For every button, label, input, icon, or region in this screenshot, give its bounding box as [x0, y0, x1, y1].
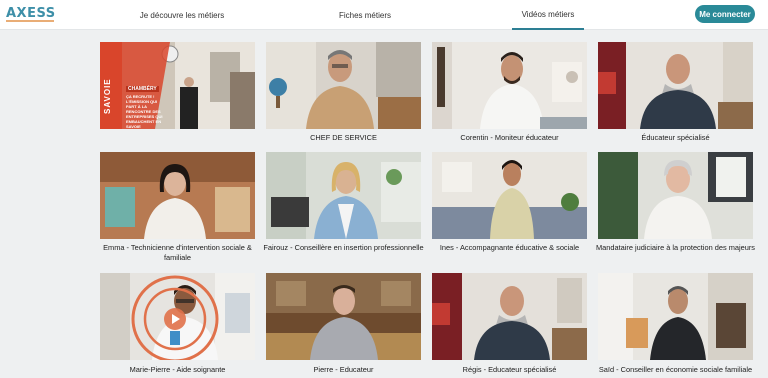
- video-thumbnail[interactable]: [432, 42, 587, 129]
- video-caption: Fairouz - Conseillère en insertion profe…: [263, 243, 424, 252]
- video-frame: [598, 42, 753, 129]
- video-frame: [100, 152, 255, 239]
- video-caption: Emma - Technicienne d'intervention socia…: [103, 243, 252, 262]
- top-navigation-bar: AXESS Je découvre les métiers Fiches mét…: [0, 0, 768, 30]
- nav-label: Vidéos métiers: [521, 9, 575, 19]
- video-grid: SAVOIE CHAMBÉRY ÇA RECRUTE ! L'ÉMISSION …: [0, 30, 768, 378]
- nav-fiches-metiers[interactable]: Fiches métiers: [325, 0, 405, 30]
- video-thumbnail[interactable]: [598, 42, 753, 129]
- video-thumbnail[interactable]: [100, 152, 255, 239]
- connect-label: Me connecter: [699, 9, 751, 19]
- video-caption: CHEF DE SERVICE: [310, 133, 377, 142]
- video-frame: [100, 42, 255, 129]
- video-caption: Régis - Educateur spécialisé: [462, 365, 557, 374]
- video-frame: [598, 273, 753, 360]
- video-thumbnail[interactable]: [598, 152, 753, 239]
- video-thumbnail[interactable]: SAVOIE CHAMBÉRY ÇA RECRUTE ! L'ÉMISSION …: [100, 42, 255, 129]
- video-frame: [100, 273, 255, 360]
- video-frame: [432, 273, 587, 360]
- logo-underline: [6, 20, 54, 22]
- video-frame: [432, 152, 587, 239]
- nav-label: Je découvre les métiers: [139, 10, 225, 20]
- nav-decouvre-metiers[interactable]: Je découvre les métiers: [112, 0, 252, 30]
- video-thumbnail[interactable]: [598, 273, 753, 360]
- video-caption: Ines - Accompagnante éducative & sociale: [439, 243, 580, 252]
- video-frame: [266, 42, 421, 129]
- video-thumbnail[interactable]: [266, 42, 421, 129]
- axess-logo[interactable]: AXESS: [6, 6, 56, 22]
- video-frame: [432, 42, 587, 129]
- logo-text: AXESS: [6, 6, 56, 21]
- video-frame: [266, 152, 421, 239]
- video-thumbnail[interactable]: [266, 273, 421, 360]
- video-caption: Marie-Pierre - Aide soignante: [129, 365, 226, 374]
- connect-button[interactable]: Me connecter: [695, 5, 755, 23]
- video-thumbnail[interactable]: [432, 273, 587, 360]
- video-thumbnail[interactable]: [266, 152, 421, 239]
- video-overlay-text: ÇA RECRUTE ! L'ÉMISSION QUI PART À LA RE…: [126, 94, 163, 129]
- video-thumbnail[interactable]: [100, 273, 255, 360]
- video-caption: Mandataire judiciaire à la protection de…: [596, 243, 755, 252]
- nav-label: Fiches métiers: [338, 10, 391, 20]
- video-caption: Pierre - Educateur: [313, 365, 374, 374]
- video-frame: [598, 152, 753, 239]
- video-thumbnail[interactable]: [432, 152, 587, 239]
- video-caption: Éducateur spécialisé: [641, 133, 710, 142]
- video-caption: Corentin - Moniteur éducateur: [460, 133, 559, 142]
- video-caption: Saïd - Conseiller en économie sociale fa…: [598, 365, 753, 374]
- video-overlay-vertical: SAVOIE: [103, 78, 112, 114]
- video-overlay-tag: CHAMBÉRY: [126, 86, 159, 92]
- video-frame: [266, 273, 421, 360]
- nav-videos-metiers[interactable]: Vidéos métiers: [512, 0, 584, 30]
